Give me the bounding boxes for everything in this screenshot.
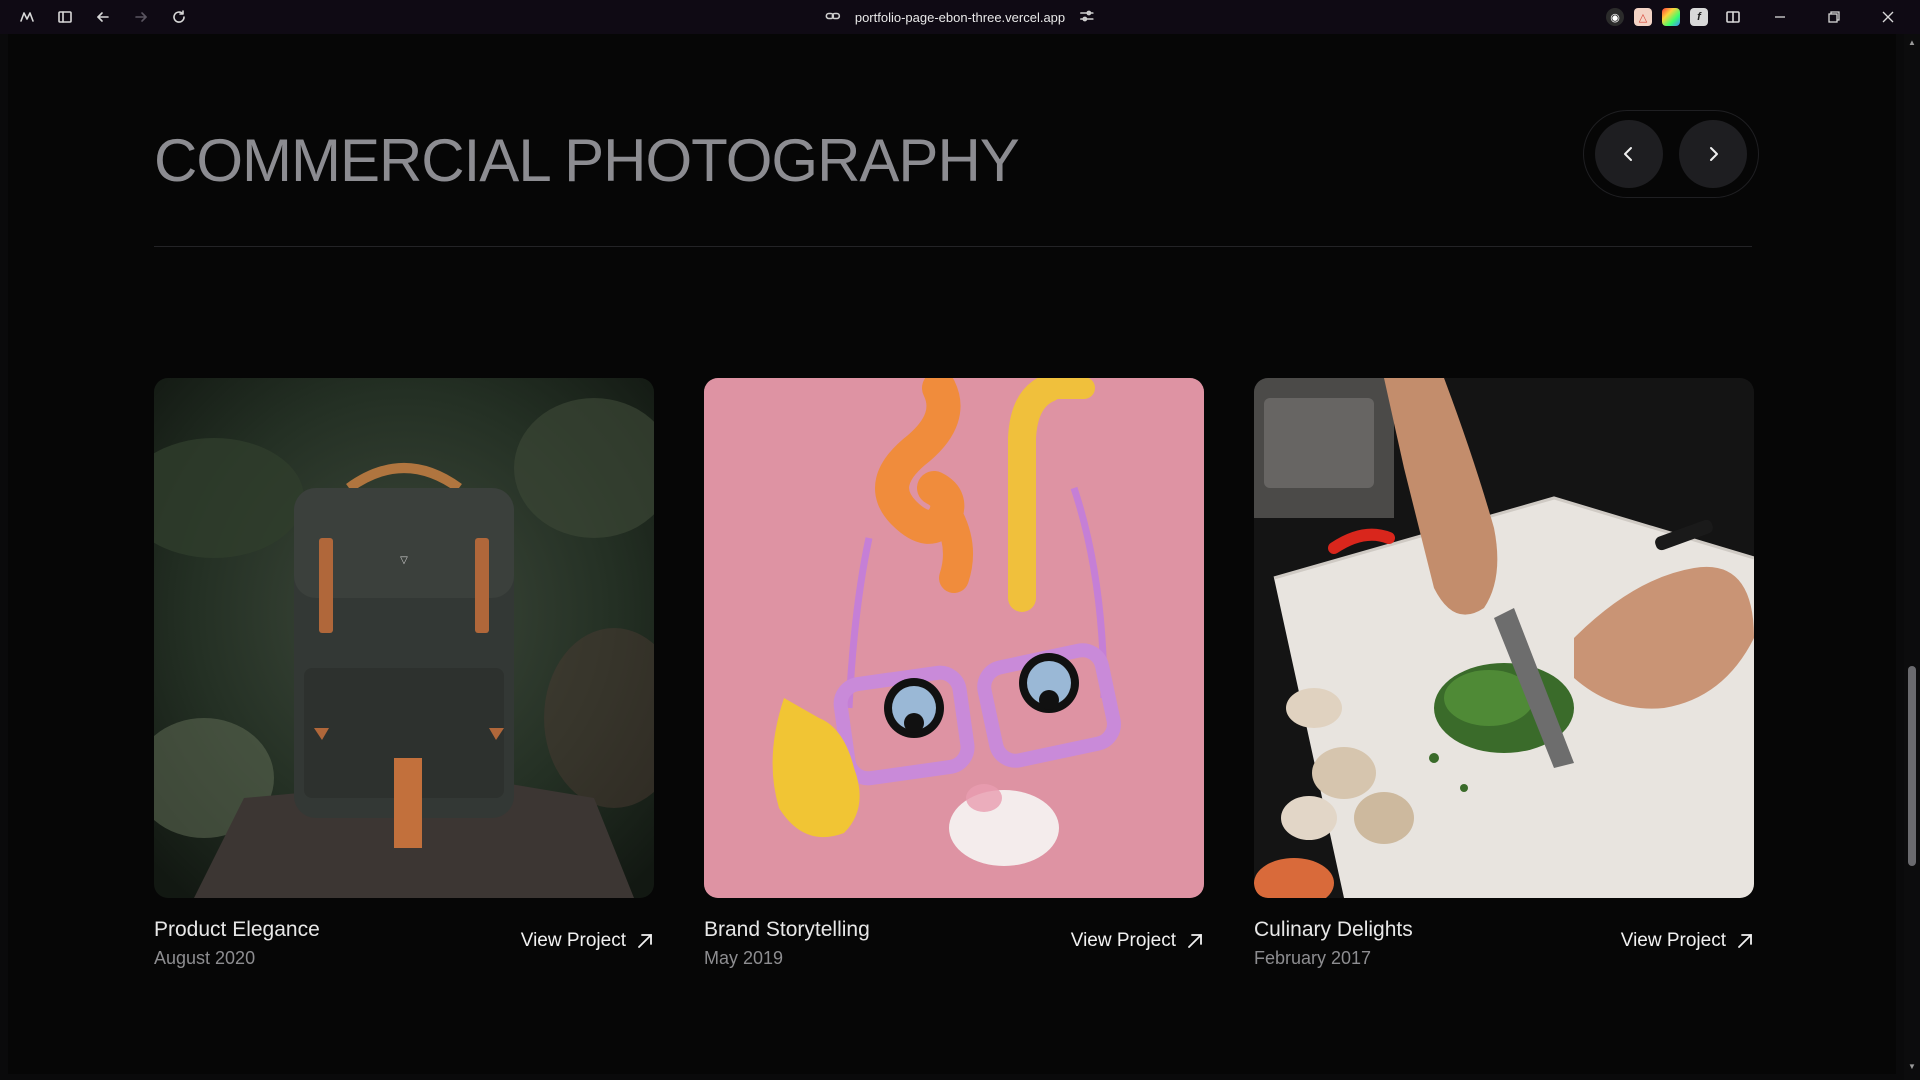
chevron-left-icon: [1624, 147, 1632, 161]
browser-logo-icon[interactable]: [12, 3, 42, 31]
card-date: May 2019: [704, 948, 784, 968]
arrow-up-right-icon: [638, 934, 652, 948]
project-card[interactable]: Culinary Delights February 2017 View Pro…: [1254, 378, 1754, 988]
carousel-prev-button[interactable]: [1595, 120, 1663, 188]
extension-icon-3[interactable]: [1662, 8, 1680, 26]
arrow-up-right-icon: [1188, 934, 1202, 948]
view-project-label: View Project: [1620, 930, 1726, 951]
card-meta: Brand Storytelling May 2019 View Project: [704, 918, 1204, 988]
project-image-cooking[interactable]: [1254, 378, 1754, 898]
card-date: February 2017: [1254, 948, 1372, 968]
card-title: Product Elegance: [154, 918, 320, 941]
scroll-thumb[interactable]: [1908, 666, 1916, 866]
address-bar[interactable]: portfolio-page-ebon-three.vercel.app: [825, 0, 1095, 34]
card-title: Brand Storytelling: [704, 918, 870, 941]
sidebar-toggle-icon[interactable]: [50, 3, 80, 31]
card-title: Culinary Delights: [1254, 918, 1413, 941]
chevron-right-icon: [1710, 147, 1718, 161]
carousel-nav: [1583, 110, 1759, 198]
close-button[interactable]: [1866, 0, 1910, 34]
view-project-label: View Project: [1070, 930, 1176, 951]
svg-text:▽: ▽: [400, 555, 408, 566]
card-meta: Product Elegance August 2020 View Projec…: [154, 918, 654, 988]
project-image-backpack[interactable]: ▽: [154, 378, 654, 898]
view-project-label: View Project: [520, 930, 626, 951]
page-scrollbar[interactable]: ▲ ▼: [1904, 34, 1920, 1080]
view-project-link[interactable]: View Project: [1621, 930, 1754, 952]
restore-button[interactable]: [1812, 0, 1856, 34]
project-image-toys[interactable]: [704, 378, 1204, 898]
scroll-up-icon[interactable]: ▲: [1907, 38, 1917, 48]
project-card[interactable]: ▽ Product Elegance August 2020 View Proj…: [154, 378, 654, 988]
extension-icon-4[interactable]: f: [1690, 8, 1708, 26]
minimize-button[interactable]: [1758, 0, 1802, 34]
page-viewport: COMMERCIAL PHOTOGRAPHY ▽ Product Eleganc…: [8, 34, 1896, 1074]
extension-icon-1[interactable]: ◉: [1606, 8, 1624, 26]
section-title: COMMERCIAL PHOTOGRAPHY: [154, 127, 1020, 194]
split-view-icon[interactable]: [1718, 3, 1748, 31]
view-project-link[interactable]: View Project: [1071, 930, 1204, 952]
scroll-down-icon[interactable]: ▼: [1907, 1062, 1917, 1072]
back-button[interactable]: [88, 3, 118, 31]
view-project-link[interactable]: View Project: [521, 930, 654, 952]
link-icon[interactable]: [825, 8, 841, 27]
reload-button[interactable]: [164, 3, 194, 31]
forward-button[interactable]: [126, 3, 156, 31]
card-meta: Culinary Delights February 2017 View Pro…: [1254, 918, 1754, 988]
project-card[interactable]: Brand Storytelling May 2019 View Project: [704, 378, 1204, 988]
url-text[interactable]: portfolio-page-ebon-three.vercel.app: [855, 10, 1065, 25]
extension-icon-2[interactable]: △: [1634, 8, 1652, 26]
arrow-up-right-icon: [1738, 934, 1752, 948]
browser-toolbar: portfolio-page-ebon-three.vercel.app ◉ △…: [0, 0, 1920, 34]
card-date: August 2020: [154, 948, 256, 968]
section-divider: [154, 246, 1752, 247]
site-settings-icon[interactable]: [1079, 8, 1095, 27]
carousel-next-button[interactable]: [1679, 120, 1747, 188]
